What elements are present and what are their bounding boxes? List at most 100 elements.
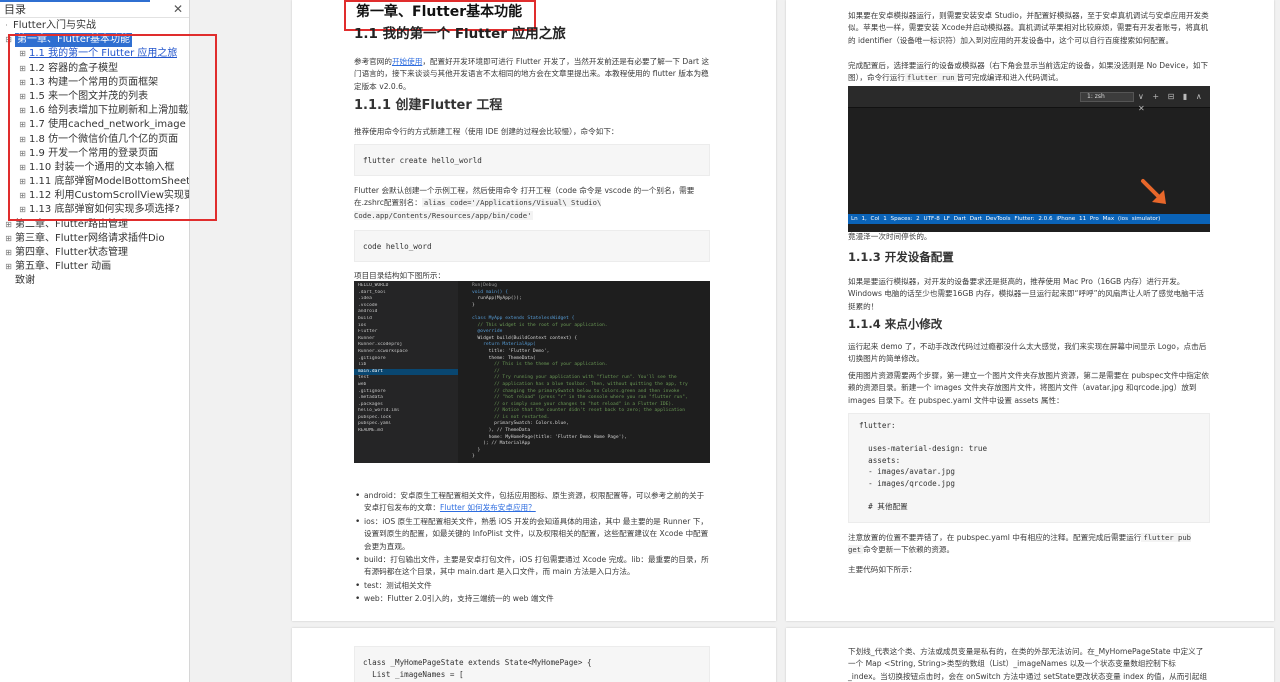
- expand-icon[interactable]: ⊞: [18, 203, 27, 217]
- code-line: class MyApp extends StatelessWidget {: [472, 315, 575, 321]
- vscode-terminal-screenshot: 1: zsh ∨ + ⊟ ▮ ∧ ✕ Ln 1, Col 1 Spaces: 2…: [848, 86, 1210, 232]
- file-tree-item: Flutter: [358, 329, 378, 335]
- expand-icon[interactable]: ⊞: [4, 232, 13, 246]
- code-line: // This widget is the root of your appli…: [472, 322, 608, 328]
- bullet-item: build：打包输出文件，主要是安卓打包文件，iOS 打包需要通过 Xcode …: [354, 554, 710, 579]
- toc-item[interactable]: · Flutter入门与实战: [0, 19, 189, 33]
- toc-item[interactable]: ⊞ 1.1 我的第一个 Flutter 应用之旅: [0, 47, 189, 61]
- main-code-intro: 主要代码如下所示：: [848, 565, 917, 574]
- terminal-select: 1: zsh: [1080, 92, 1134, 102]
- expand-icon[interactable]: ⊞: [4, 246, 13, 260]
- toc-item[interactable]: ⊞ 第五章、Flutter 动画: [0, 260, 189, 274]
- toc-item-label: 致谢: [15, 275, 35, 287]
- toc-item[interactable]: ⊞ 1.10 封装一个通用的文本输入框: [0, 161, 189, 175]
- code-line: ), // ThemeData: [472, 428, 531, 434]
- toc-item-label: 1.12 利用CustomScrollView实现更有趣: [29, 190, 189, 202]
- file-tree-item: .gitignore: [358, 388, 386, 394]
- toc-item[interactable]: ⊞ 第二章、Flutter路由管理: [0, 218, 189, 232]
- bullet-link[interactable]: Flutter 如何发布安卓应用？: [440, 503, 536, 512]
- collapse-icon[interactable]: ⊟: [4, 33, 13, 47]
- expand-icon[interactable]: ⊞: [18, 62, 27, 76]
- bullet-text: web：Flutter 2.0引入的，支持三端统一的 web 端文件: [364, 594, 554, 604]
- toc-item[interactable]: 致谢: [0, 274, 189, 288]
- toc-item-label: 第三章、Flutter网络请求插件Dio: [15, 232, 165, 244]
- pdf-page-2: 如果要在安卓模拟器运行，则需要安装安卓 Studio，并配置好模拟器，至于安卓真…: [786, 0, 1274, 621]
- expand-icon[interactable]: ⊞: [18, 175, 27, 189]
- file-tree-item: README.md: [358, 428, 383, 434]
- toc-tree: · Flutter入门与实战 ⊟ 第一章、Flutter基本功能 ⊞ 1.1 我的第一个 …: [0, 18, 189, 289]
- toc-item[interactable]: ⊞ 第四章、Flutter状态管理: [0, 246, 189, 260]
- simulator-paragraph: 如果要在安卓模拟器运行，则需要安装安卓 Studio，并配置好模拟器，至于安卓真…: [848, 11, 1209, 45]
- code-line: Run|Debug: [472, 283, 497, 288]
- command-intro: 推荐使用命令行的方式新建工程（使用 IDE 创建的过程会比较慢），命令如下：: [354, 127, 619, 136]
- code-line: // Try running your application with "fl…: [472, 375, 677, 381]
- getting-started-link[interactable]: 开始使用: [392, 57, 422, 66]
- expand-icon[interactable]: ⊞: [18, 90, 27, 104]
- file-tree-item: ios: [358, 322, 367, 328]
- directory-bullets: android：安卓原生工程配置相关文件，包括应用图标、原生资源，权限配置等，可…: [354, 490, 710, 607]
- file-tree-item: lib: [358, 362, 367, 368]
- file-tree-item: android: [358, 309, 378, 315]
- file-tree-item: HELLO_WORLD: [358, 283, 389, 288]
- close-icon[interactable]: ✕: [173, 2, 183, 16]
- toc-item[interactable]: ⊞ 1.8 仿一个微信价值几个亿的页面: [0, 133, 189, 147]
- toc-item-label: 1.8 仿一个微信价值几个亿的页面: [29, 133, 179, 145]
- expand-icon[interactable]: ⊞: [18, 161, 27, 175]
- toc-item[interactable]: ⊞1.11 底部弹窗ModelBottomSheet详解: [0, 175, 189, 189]
- file-tree-item: pubspec.yaml: [358, 421, 392, 427]
- file-tree-item: main.dart: [354, 368, 458, 376]
- pdf-page-3: class _MyHomePageState extends State<MyH…: [292, 628, 776, 682]
- toc-item-label: 第五章、Flutter 动画: [15, 261, 112, 273]
- toc-item-label: 1.3 构建一个常用的页面框架: [29, 76, 159, 88]
- bullet-item: web：Flutter 2.0引入的，支持三端统一的 web 端文件: [354, 593, 710, 606]
- toc-item-label: 1.11 底部弹窗ModelBottomSheet详解: [29, 176, 189, 188]
- toc-item[interactable]: ⊞1.6 给列表增加下拉刷新和上滑加载更多功: [0, 104, 189, 118]
- toc-item[interactable]: ⊞ 1.13 底部弹窗如何实现多项选择?: [0, 203, 189, 217]
- expand-icon[interactable]: ⊞: [4, 218, 13, 232]
- code-line: }: [472, 302, 475, 308]
- expand-icon[interactable]: ⊞: [18, 189, 27, 203]
- wait-text: 竟漫泽一次时间停长的。: [848, 232, 932, 241]
- expand-icon[interactable]: ⊞: [18, 147, 27, 161]
- code-line: // "hot reload" (press "r" in the consol…: [472, 395, 688, 401]
- heading-create-project: 1.1.1 创建Flutter 工程: [354, 98, 503, 113]
- file-tree-item: .packages: [358, 401, 383, 407]
- toc-item[interactable]: ⊞ 1.9 开发一个常用的登录页面: [0, 147, 189, 161]
- expand-icon[interactable]: ⊞: [4, 260, 13, 274]
- demo-paragraph: 运行起来 demo 了，不动手改改代码过过瘾都没什么太大感觉，我们来实现在屏幕中…: [848, 342, 1207, 364]
- expand-icon[interactable]: ⊞: [18, 133, 27, 147]
- toc-item-label: 1.1 我的第一个 Flutter 应用之旅: [29, 48, 178, 60]
- code-block-state: class _MyHomePageState extends State<MyH…: [354, 646, 710, 682]
- code-line: ); // MaterialApp: [472, 441, 531, 447]
- code-line: @override: [472, 329, 503, 335]
- code-line: // This is the theme of your application…: [472, 362, 608, 368]
- terminal-toolbar: 1: zsh ∨ + ⊟ ▮ ∧ ✕: [848, 86, 1210, 113]
- pdf-reader: 目录 ✕ · Flutter入门与实战 ⊟ 第一章、Flutter基本功能 ⊞ 1.1 我…: [0, 0, 1280, 682]
- toc-item[interactable]: ⊟ 第一章、Flutter基本功能: [0, 33, 189, 48]
- bullet-item: android：安卓原生工程配置相关文件，包括应用图标、原生资源，权限配置等，可…: [354, 490, 710, 515]
- bullet-item: test：测试相关文件: [354, 580, 710, 593]
- file-tree-item: Runner: [358, 335, 375, 341]
- toc-item[interactable]: ⊞1.7 使用cached_network_image 优化图: [0, 118, 189, 132]
- expand-icon[interactable]: ⊞: [18, 47, 27, 61]
- arrow-icon: [1141, 179, 1166, 204]
- expand-icon[interactable]: ⊞: [18, 76, 27, 90]
- toc-item[interactable]: ⊞ 第三章、Flutter网络请求插件Dio: [0, 232, 189, 246]
- file-tree-item: Runner.xcworkspace: [358, 348, 408, 354]
- toc-item[interactable]: ⊞ 1.2 容器的盒子模型: [0, 62, 189, 76]
- tree-line-icon: ·: [5, 21, 8, 30]
- editor-gutter: [458, 281, 470, 463]
- note-paragraph: 注意放置的位置不要弄错了，在 pubspec.yaml 中有相应的注释。配置完成…: [848, 532, 1210, 557]
- toc-item[interactable]: ⊞ 1.5 来一个图文并茂的列表: [0, 90, 189, 104]
- heading-device-config: 1.1.3 开发设备配置: [848, 250, 954, 264]
- file-explorer: HELLO_WORLD .dart_tool .idea .vscode and…: [354, 281, 458, 463]
- toc-item[interactable]: ⊞1.12 利用CustomScrollView实现更有趣: [0, 189, 189, 203]
- file-tree-item: .gitignore: [358, 355, 386, 361]
- file-tree-item: Runner.xcodeproj: [358, 342, 403, 348]
- chapter-title: 第一章、Flutter基本功能: [356, 4, 523, 20]
- toc-item[interactable]: ⊞ 1.3 构建一个常用的页面框架: [0, 76, 189, 90]
- expand-icon[interactable]: ⊞: [18, 118, 27, 132]
- expand-icon[interactable]: ⊞: [18, 104, 27, 118]
- run-paragraph: 完成配置后，选择要运行的设备或模拟器（右下角会显示当前选定的设备，如果没选则是 …: [848, 60, 1210, 85]
